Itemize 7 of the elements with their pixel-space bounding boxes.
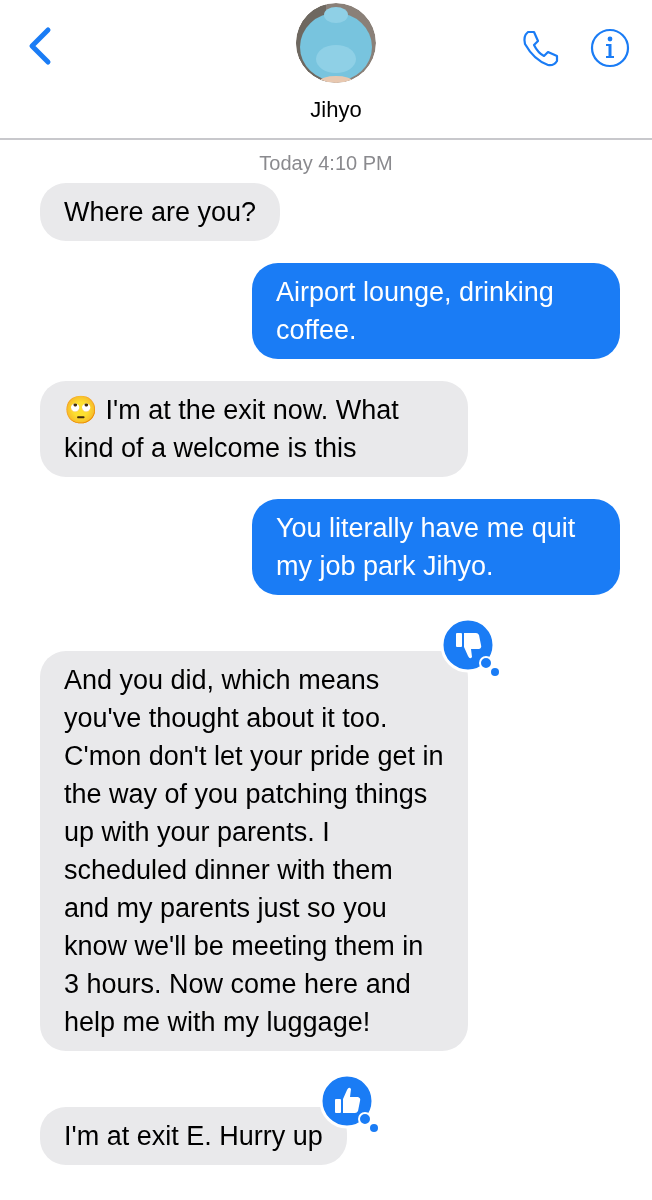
thumbs-down-icon [440, 617, 502, 679]
received-message: 🙄 I'm at the exit now. What kind of a welcome is this [40, 381, 468, 477]
sent-message: Airport lounge, drinking coffee. [252, 263, 620, 359]
received-message: Where are you? [40, 183, 281, 241]
sent-message: You literally have me quit my job park Jihyo. [252, 499, 620, 595]
timestamp: Today 4:10 PM [258, 152, 394, 175]
contact-name: Jihyo [310, 97, 362, 123]
